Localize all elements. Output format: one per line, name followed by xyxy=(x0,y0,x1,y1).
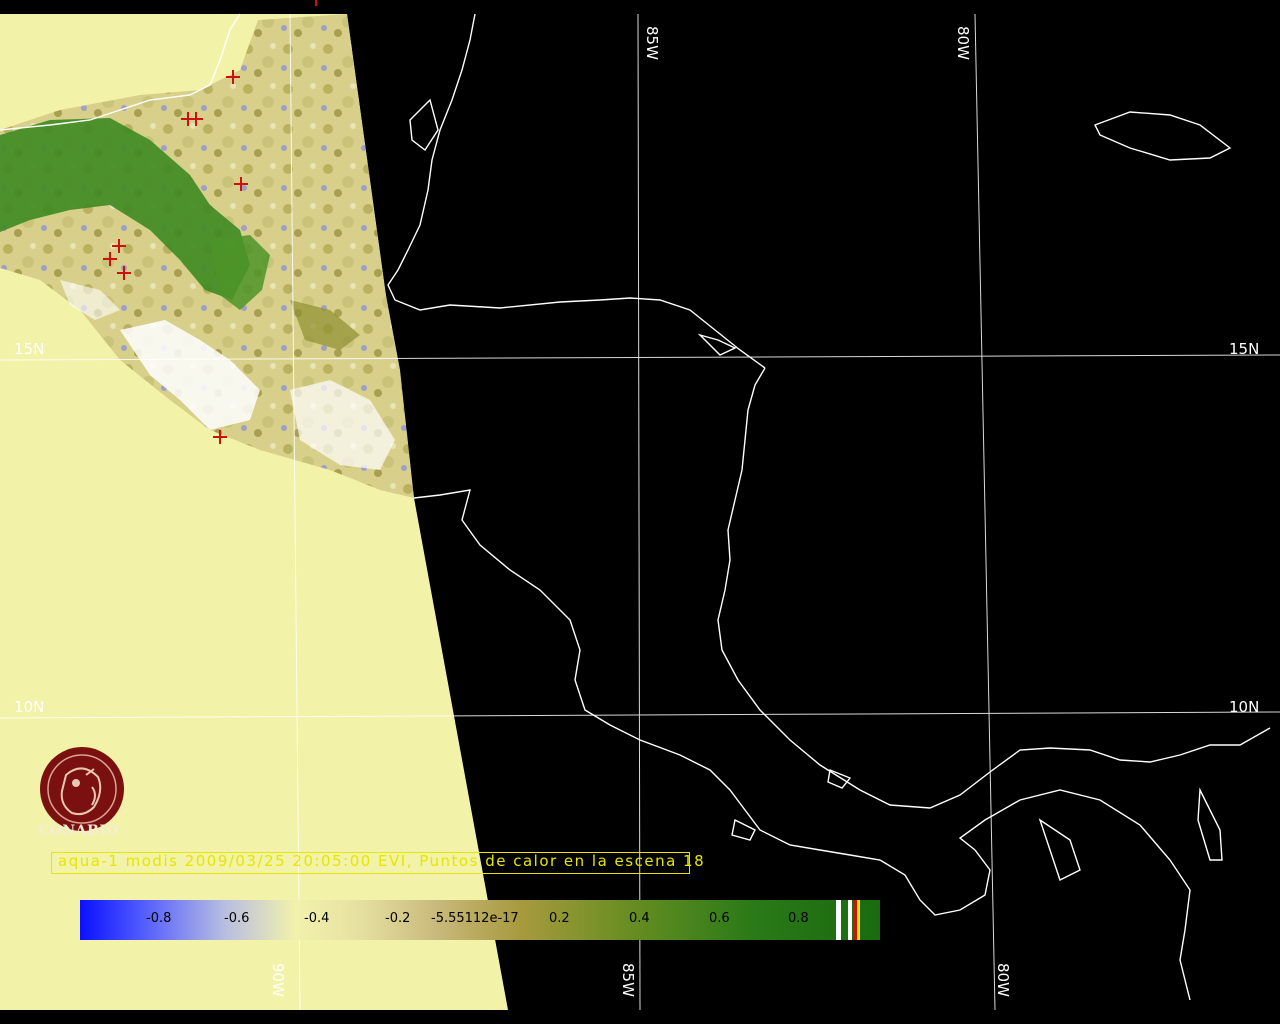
lon-80w-bottom-label: 80W xyxy=(994,963,1012,997)
lat-15n-left-label: 15N xyxy=(14,340,45,358)
colorbar-tick: -0.4 xyxy=(304,911,330,926)
colorbar-tick: 0.2 xyxy=(549,911,570,926)
colorbar-tick: -0.2 xyxy=(385,911,411,926)
lon-80w-top-label: 80W xyxy=(954,26,972,60)
colorbar-tick: -5.55112e-17 xyxy=(431,911,519,926)
colorbar-white-stripe xyxy=(836,900,841,940)
lon-85w-top-label: 85W xyxy=(643,26,661,60)
colorbar-tick: -0.8 xyxy=(146,911,172,926)
lon-85w-bottom-label: 85W xyxy=(619,963,637,997)
scene-caption: aqua-1 modis 2009/03/25 20:05:00 EVI, Pu… xyxy=(58,852,706,870)
colorbar-tick: 0.8 xyxy=(788,911,809,926)
colorbar-tick: 0.4 xyxy=(629,911,650,926)
conabio-logo-text: CONABIO xyxy=(38,823,120,839)
colorbar-yellow-stripe xyxy=(857,900,860,940)
lat-10n-left-label: 10N xyxy=(14,698,45,716)
lat-10n-right-label: 10N xyxy=(1229,698,1260,716)
colorbar-tick: -0.6 xyxy=(224,911,250,926)
lon-90w-bottom-label: 90W xyxy=(269,963,287,997)
colorbar-white-stripe xyxy=(848,900,852,940)
lat-15n-right-label: 15N xyxy=(1229,340,1260,358)
colorbar-tick: 0.6 xyxy=(709,911,730,926)
